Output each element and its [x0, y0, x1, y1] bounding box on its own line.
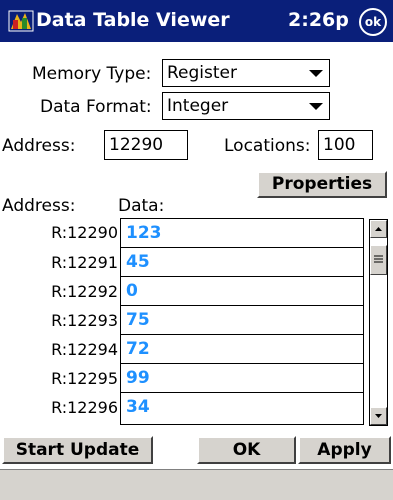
row-address: R:12294	[51, 340, 118, 359]
memory-type-value: Register	[167, 63, 237, 83]
data-cell[interactable]: 123	[120, 218, 364, 248]
data-cell[interactable]: 75	[120, 305, 364, 335]
arrow-up-icon	[375, 227, 382, 231]
row-address: R:12290	[51, 223, 118, 242]
row-address: R:12296	[51, 398, 118, 417]
data-value: 75	[126, 310, 150, 330]
scroll-down-button[interactable]	[370, 407, 387, 425]
vertical-scrollbar[interactable]	[369, 219, 388, 426]
row-address: R:12292	[51, 282, 118, 301]
data-cell[interactable]: 72	[120, 334, 364, 364]
data-cell[interactable]: 0	[120, 276, 364, 306]
scroll-thumb[interactable]	[370, 245, 387, 275]
apply-button[interactable]: Apply	[298, 436, 391, 464]
address-label: Address:	[2, 136, 76, 156]
address-value: 12290	[109, 135, 164, 155]
chevron-down-icon	[309, 70, 323, 77]
data-value: 34	[126, 397, 150, 417]
data-column-header: Data:	[118, 196, 165, 216]
locations-input[interactable]: 100	[318, 130, 373, 160]
data-value: 123	[126, 223, 162, 243]
data-format-label: Data Format:	[40, 97, 152, 117]
data-value: 0	[126, 281, 138, 301]
data-cell[interactable]: 34	[120, 392, 364, 425]
start-update-button[interactable]: Start Update	[2, 436, 153, 464]
app-logo-icon	[8, 10, 34, 32]
row-address: R:12293	[51, 311, 118, 330]
data-format-value: Integer	[167, 96, 229, 116]
memory-type-select[interactable]: Register	[162, 59, 330, 87]
address-input[interactable]: 12290	[104, 130, 188, 160]
grip-icon	[374, 255, 383, 263]
command-bar	[0, 469, 393, 500]
properties-button[interactable]: Properties	[257, 171, 387, 198]
data-value: 72	[126, 339, 150, 359]
row-address: R:12295	[51, 369, 118, 388]
app-title: Data Table Viewer	[36, 9, 230, 31]
data-value: 99	[126, 368, 150, 388]
row-address: R:12291	[51, 253, 118, 272]
title-bar: Data Table Viewer 2:26p ok	[0, 0, 393, 42]
data-format-select[interactable]: Integer	[162, 92, 330, 120]
data-cell[interactable]: 99	[120, 363, 364, 393]
close-ok-button[interactable]: ok	[359, 8, 387, 36]
data-cell[interactable]: 45	[120, 247, 364, 277]
clock-time: 2:26p	[288, 9, 349, 31]
locations-label: Locations:	[224, 136, 311, 156]
memory-type-label: Memory Type:	[32, 64, 152, 84]
address-column-header: Address:	[2, 196, 76, 216]
ok-button[interactable]: OK	[197, 436, 296, 464]
arrow-down-icon	[375, 414, 382, 418]
locations-value: 100	[323, 135, 356, 155]
data-value: 45	[126, 252, 150, 272]
chevron-down-icon	[309, 103, 323, 110]
scroll-up-button[interactable]	[370, 220, 387, 238]
